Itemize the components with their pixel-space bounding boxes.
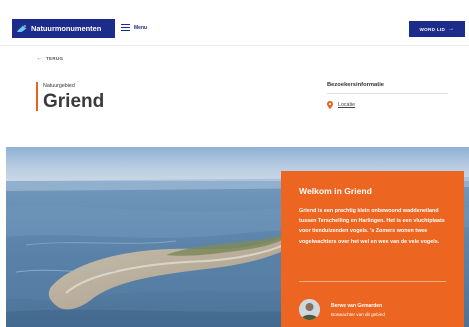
arrow-left-icon: ←: [36, 55, 43, 62]
author-name: Berwe van Gemarden: [331, 303, 383, 309]
avatar: [299, 299, 320, 320]
hamburger-icon: [121, 24, 130, 31]
card-divider: [299, 281, 446, 282]
welcome-card: Welkom in Griend Griend is een prachtig …: [281, 171, 464, 327]
menu-label: Menu: [134, 24, 148, 31]
logo[interactable]: Natuurmonumenten: [12, 19, 115, 38]
location-pin-icon: [327, 101, 333, 109]
location-link[interactable]: Locatie: [338, 102, 355, 108]
arrow-right-icon: →: [448, 26, 455, 32]
bird-logo-icon: [17, 24, 27, 32]
join-button[interactable]: WORD LID →: [409, 21, 465, 37]
author-role: Boswachter van dit gebied: [331, 312, 385, 317]
page-title: Griend: [43, 91, 105, 112]
card-body-text: Griend is een prachtig klein onbewoond w…: [299, 208, 445, 245]
card-title: Welkom in Griend: [299, 186, 372, 196]
top-navigation-bar: Natuurmonumenten Menu WORD LID →: [0, 0, 469, 46]
back-link[interactable]: ← TERUG: [36, 55, 63, 62]
menu-button[interactable]: Menu: [121, 24, 147, 31]
page-eyebrow: Natuurgebied: [43, 83, 75, 89]
join-label: WORD LID: [419, 26, 446, 32]
person-avatar-icon: [299, 299, 320, 320]
back-label: TERUG: [46, 56, 64, 61]
visitor-info-divider: [327, 93, 448, 94]
title-accent-bar: [36, 82, 38, 111]
header-divider: [0, 45, 469, 46]
visitor-info-heading: Bezoekersinformatie: [327, 82, 385, 88]
logo-text: Natuurmonumenten: [31, 24, 102, 33]
